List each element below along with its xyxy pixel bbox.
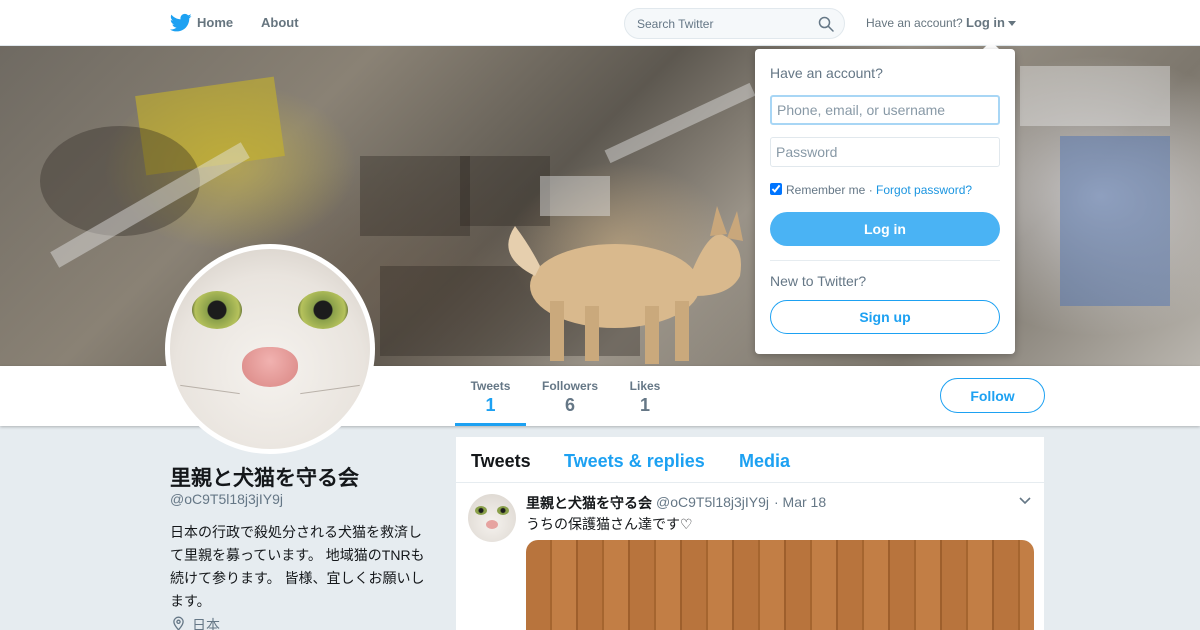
divider	[770, 260, 1000, 261]
caret-down-icon[interactable]	[1008, 21, 1016, 26]
stat-likes[interactable]: Likes 1	[620, 366, 670, 426]
search-icon[interactable]	[818, 16, 834, 32]
nav-home-link[interactable]: Home	[197, 15, 233, 30]
stat-followers[interactable]: Followers 6	[536, 366, 604, 426]
tab-media[interactable]: Media	[739, 451, 790, 472]
stat-label: Followers	[541, 379, 598, 393]
follow-button[interactable]: Follow	[940, 378, 1045, 413]
tweet-author-handle[interactable]: @oC9T5l18j3jIY9j	[656, 494, 769, 510]
username-field[interactable]	[770, 95, 1000, 125]
remember-me-row: Remember me · Forgot password?	[786, 183, 972, 197]
top-navigation-bar: Home About Have an account? Log in	[0, 0, 1200, 46]
nav-about-link[interactable]: About	[261, 15, 299, 30]
profile-location: 日本	[192, 617, 220, 630]
tab-tweets-and-replies[interactable]: Tweets & replies	[564, 451, 705, 472]
tweet-media-image[interactable]	[526, 540, 1034, 630]
stat-value: 1	[639, 395, 650, 415]
profile-name[interactable]: 里親と犬猫を守る会	[170, 462, 359, 492]
forgot-password-link[interactable]: Forgot password?	[876, 183, 972, 197]
chevron-down-icon[interactable]	[1018, 496, 1032, 506]
stat-tweets[interactable]: Tweets 1	[455, 366, 526, 426]
tab-tweets[interactable]: Tweets	[471, 451, 531, 472]
login-dropdown-title: Have an account?	[770, 65, 883, 81]
password-field[interactable]	[770, 137, 1000, 167]
signup-button[interactable]: Sign up	[770, 300, 1000, 334]
timeline-tabs: Tweets Tweets & replies Media	[456, 437, 1044, 483]
tweet[interactable]: 里親と犬猫を守る会 @oC9T5l18j3jIY9j · Mar 18 うちの保…	[456, 484, 1044, 630]
tweet-avatar[interactable]	[468, 494, 516, 542]
profile-handle[interactable]: @oC9T5l18j3jIY9j	[170, 491, 283, 507]
tweet-author-name[interactable]: 里親と犬猫を守る会	[526, 493, 652, 513]
login-dropdown: Have an account? Remember me · Forgot pa…	[755, 49, 1015, 354]
stat-value: 1	[485, 395, 496, 415]
avatar[interactable]	[165, 244, 375, 454]
tweet-timestamp[interactable]: · Mar 18	[774, 494, 826, 510]
dog-photo	[508, 206, 743, 364]
location-pin-icon	[173, 616, 184, 630]
have-account-text: Have an account?	[866, 16, 963, 30]
login-dropdown-toggle[interactable]: Log in	[966, 15, 1005, 30]
stat-label: Likes	[629, 379, 661, 393]
remember-me-label[interactable]: Remember me	[786, 183, 865, 197]
tweet-text: うちの保護猫さん達です♡	[526, 516, 693, 532]
timeline: Tweets Tweets & replies Media 里親と犬猫を守る会 …	[456, 437, 1044, 630]
separator: ·	[865, 183, 877, 197]
profile-bio: 日本の行政で殺処分される犬猫を救済して里親を募っています。 地域猫のTNRも続け…	[170, 524, 425, 609]
stat-value: 6	[564, 395, 575, 415]
cat-photo	[170, 249, 370, 449]
search-input[interactable]	[637, 9, 817, 38]
stat-label: Tweets	[470, 379, 511, 393]
login-button[interactable]: Log in	[770, 212, 1000, 246]
new-to-twitter-text: New to Twitter?	[770, 273, 867, 289]
remember-me-checkbox[interactable]	[770, 183, 782, 195]
twitter-bird-icon[interactable]	[170, 13, 192, 33]
search-box	[624, 8, 845, 39]
